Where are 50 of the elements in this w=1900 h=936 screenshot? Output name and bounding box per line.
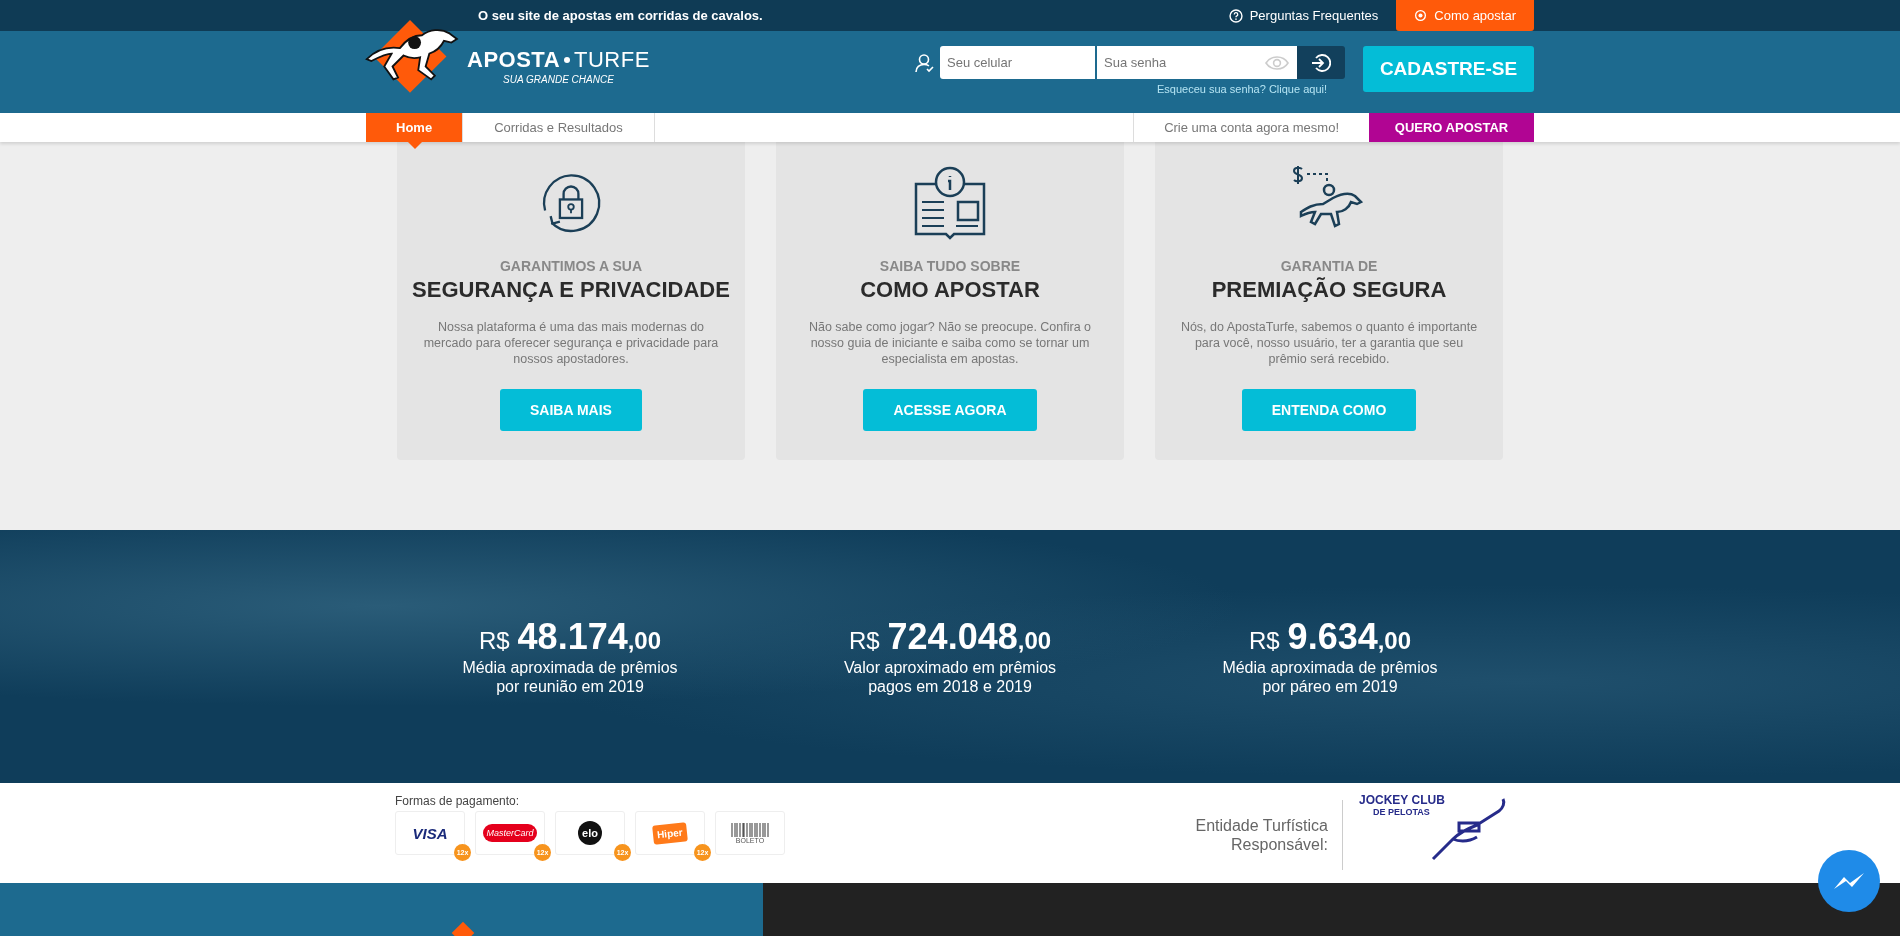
password-field[interactable]: Sua senha [1097,46,1297,79]
stat-label: Média aproximada de prêmios por reunião em 2019 [462,658,678,696]
stat-value: 724.048 [887,616,1018,658]
forgot-password-link[interactable]: Esqueceu sua senha? Clique aqui! [1157,83,1327,95]
feature-button[interactable]: ENTENDA COMO [1241,389,1417,431]
stat-cents: ,00 [627,627,662,655]
how-to-bet-button[interactable]: Como apostar [1396,0,1534,31]
coin-icon [1414,9,1428,22]
phone-field[interactable]: Seu celular [940,46,1095,79]
card-brand-logo: MasterCard [483,824,537,842]
bet-button[interactable]: QUERO APOSTAR [1369,113,1534,142]
feature-description: Nós, do ApostaTurfe, sabemos o quanto é importante para você, nosso usuário, ter a garantia que seu prêmio será recebido. [1179,319,1479,367]
stat-value: 48.174 [517,616,628,658]
feature-description: Não sabe como jogar? Não se preocupe. Confira o nosso guia de iniciante e saiba como se tornar um especialista em apostas. [807,319,1093,367]
brand-name: APOSTA [467,47,561,73]
stat-cents: ,00 [1017,627,1052,655]
faq-link[interactable]: Perguntas Frequentes [1228,8,1379,23]
sign-in-icon [1311,52,1331,73]
feature-title: SEGURANÇA E PRIVACIDADE [412,277,730,303]
stat-label: Valor aproximado em prêmios pagos em 2018 e 2019 [843,658,1057,696]
jockey-club-logo: JOCKEY CLUB DE PELOTAS [1359,793,1509,877]
feature-title: COMO APOSTAR [860,277,1040,303]
currency-label: R$ [848,627,880,655]
nav-tab[interactable]: Home [366,113,464,142]
barcode-icon [730,822,770,837]
feature-description: Nossa plataforma é uma das mais modernas do mercado para oferecer segurança e privacidade para nossos apostadores. [422,319,720,367]
feature-subtitle: GARANTIMOS A SUA [499,258,643,274]
login-button[interactable] [1297,46,1345,79]
brand-tagline: SUA GRANDE CHANCE [502,73,615,85]
user-icon [914,52,934,73]
signup-button[interactable]: CADASTRE-SE [1363,46,1534,92]
card-brand-logo: elo [578,821,602,845]
feature-title: PREMIAÇÃO SEGURA [1211,277,1447,303]
stat-label: Média aproximada de prêmios por páreo em 2019 [1222,658,1438,696]
feature-subtitle: SAIBA TUDO SOBRE [879,258,1021,274]
stat-cents: ,00 [1377,627,1412,655]
currency-label: R$ [1248,627,1280,655]
feature-subtitle: GARANTIA DE [1280,258,1378,274]
card-brand-logo: VISA [412,824,448,842]
feature-button[interactable]: ACESSE AGORA [863,389,1037,431]
brand-name: TURFE [574,47,650,73]
stat-value: 9.634 [1287,616,1378,658]
currency-label: R$ [478,627,510,655]
feature-button[interactable]: SAIBA MAIS [500,389,642,431]
card-brand-logo: Hiper [652,821,688,845]
site-tagline: O seu site de apostas em corridas de cavalos. [478,8,763,23]
help-icon [1228,8,1243,23]
lightning-icon [1834,873,1864,889]
payment-title: Formas de pagamento: [395,794,521,808]
entity-label: Entidade Turfística Responsável: [1195,800,1343,870]
